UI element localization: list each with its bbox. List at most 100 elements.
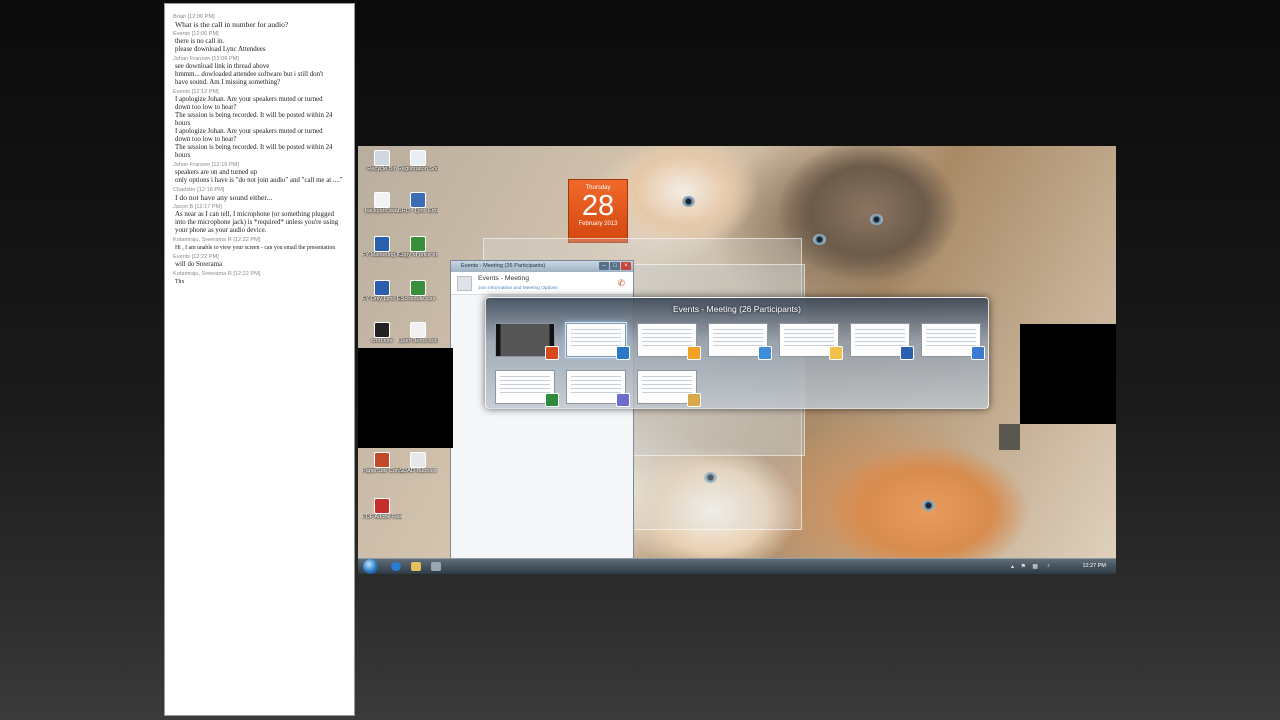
kitten-eye xyxy=(922,500,935,511)
black-overlay xyxy=(999,424,1020,450)
file-icon xyxy=(374,236,390,252)
tray-network-icon[interactable]: ▦ xyxy=(1032,563,1038,570)
black-overlay xyxy=(1020,324,1116,424)
chat-message: Kotamraju, Sreerama R [12:22 PM] Hi , I a… xyxy=(173,236,346,252)
desktop-icon[interactable]: Schedule.xlsx xyxy=(398,280,438,303)
media-icon[interactable] xyxy=(431,562,441,571)
file-icon xyxy=(374,192,390,208)
file-icon xyxy=(374,452,390,468)
taskbar-clock[interactable]: 12:27 PM xyxy=(1082,563,1106,569)
calendar-gadget[interactable]: Thursday 28 February 2013 xyxy=(568,179,628,243)
chat-sender: Kotamraju, Sreerama R xyxy=(173,271,232,277)
black-overlay xyxy=(358,348,453,448)
window-thumbnail[interactable] xyxy=(637,323,701,360)
explorer-icon[interactable] xyxy=(411,562,421,571)
window-thumbnail[interactable] xyxy=(850,323,914,360)
window-thumbnail[interactable] xyxy=(495,323,559,360)
start-button[interactable] xyxy=(363,559,378,574)
file-icon xyxy=(410,322,426,338)
file-icon xyxy=(374,498,390,514)
desktop-icon-label: PaperStar Connect xyxy=(362,468,402,474)
desktop-icon[interactable]: cmd.exe xyxy=(362,322,402,345)
chat-timestamp: [12:06 PM] xyxy=(210,56,239,62)
desktop-icon-label: PDF Adobe Reader xyxy=(362,514,402,520)
window-thumbnail[interactable] xyxy=(565,322,630,360)
chat-timestamp: [12:22 PM] xyxy=(231,271,261,277)
desktop-icon-label: BRD - Lync Email Syst... xyxy=(398,208,438,214)
kitten-eye xyxy=(682,196,695,207)
chat-message-text: Thx xyxy=(175,279,185,285)
maximize-icon[interactable]: □ xyxy=(610,262,620,270)
chat-message-text: I do not have any sound either... xyxy=(175,193,273,202)
desktop-icon[interactable]: FY Only Lync Email Syste... xyxy=(362,280,402,303)
desktop-icon-label: FY Marketing Performance... xyxy=(362,252,402,258)
desktop-icon-label: SDAD Bubbles xyxy=(399,468,437,474)
chat-timestamp: [12:22 PM] xyxy=(231,237,261,243)
desktop-icon[interactable]: backyard.wav xyxy=(362,192,402,215)
app-badge-icon xyxy=(616,346,630,360)
chat-sender: Events xyxy=(173,31,191,37)
alt-tab-switcher: Events - Meeting (26 Participants) xyxy=(485,297,989,409)
desktop-icon-label: backyard.wav xyxy=(364,208,400,214)
chat-message-text: there is no call in. xyxy=(175,38,225,45)
app-badge-icon xyxy=(545,393,559,407)
window-thumbnail[interactable] xyxy=(566,370,630,407)
app-badge-icon xyxy=(900,346,914,360)
tray-volume-icon[interactable]: ♪ xyxy=(1047,563,1050,569)
chat-message-header: Events [12:12 PM] xyxy=(173,88,346,96)
chat-message-header: Johan Franzen [12:06 PM] xyxy=(173,55,346,63)
phone-icon[interactable]: ✆ xyxy=(617,278,625,289)
calendar-date: 28 xyxy=(581,190,615,222)
wallpaper-kitten xyxy=(608,146,758,246)
chat-sender: Johan Franzen xyxy=(173,56,211,62)
ie-icon[interactable] xyxy=(391,562,401,571)
wallpaper-kitten xyxy=(778,146,958,281)
chat-message: Kotamraju, Sreerama R [12:22 PM] Thx xyxy=(173,270,346,286)
file-icon xyxy=(410,236,426,252)
app-badge-icon xyxy=(616,393,630,407)
desktop-icon[interactable]: FY Marketing Performance... xyxy=(362,236,402,259)
desktop-icon[interactable]: BRD - Lync Email Syst... xyxy=(398,192,438,215)
desktop-icon[interactable]: Copy of price email ... xyxy=(398,236,438,259)
minimize-icon[interactable]: – xyxy=(599,262,609,270)
window-thumbnail[interactable] xyxy=(779,323,843,360)
desktop-icon[interactable]: Registration Shortcut xyxy=(398,150,438,173)
kitten-eye xyxy=(813,234,826,245)
chat-message-text: please download Lync Attendees xyxy=(175,46,266,53)
app-badge-icon xyxy=(545,346,559,360)
meeting-avatar xyxy=(457,276,472,291)
meeting-options-link[interactable]: Join Information and Meeting Options xyxy=(478,286,558,291)
desktop-icon-label: Copy of price email ... xyxy=(398,252,438,258)
kitten-eye xyxy=(870,214,883,225)
lync-titlebar[interactable]: Events - Meeting (26 Participants) – □ × xyxy=(451,261,633,272)
window-thumbnail[interactable] xyxy=(921,323,985,360)
window-thumbnail[interactable] xyxy=(637,370,701,407)
chat-message: Events [12:22 PM] will do Sreerama xyxy=(173,253,346,269)
app-badge-icon xyxy=(829,346,843,360)
chat-message-header: Jason B [12:17 PM] xyxy=(173,203,346,211)
file-icon xyxy=(374,150,390,166)
chat-timestamp: [12:22 PM] xyxy=(190,254,219,260)
window-thumbnail[interactable] xyxy=(495,370,559,407)
chat-message: Jason B [12:17 PM] As near as I can tell,… xyxy=(173,203,346,235)
desktop-icon[interactable]: Open Items.docx xyxy=(398,322,438,345)
tray-flag-icon[interactable]: ⚑ xyxy=(1021,563,1026,570)
chat-message-text: hours xyxy=(175,152,191,159)
desktop: Recycle BinRegistration Shortcut backyard… xyxy=(358,146,1116,574)
chat-timestamp: [12:06 PM] xyxy=(190,31,219,37)
window-thumbnail[interactable] xyxy=(708,323,772,360)
chat-timestamp: [12:12 PM] xyxy=(190,89,219,95)
desktop-icon[interactable]: Recycle Bin xyxy=(362,150,402,173)
desktop-icon[interactable]: PaperStar Connect xyxy=(362,452,402,475)
chat-timestamp: [12:17 PM] xyxy=(193,204,222,210)
chat-message-header: Johan Franzen [12:16 PM] xyxy=(173,161,346,169)
desktop-icon[interactable]: SDAD Bubbles xyxy=(398,452,438,475)
chat-message-text: see download link in thread above xyxy=(175,63,270,70)
desktop-icon[interactable]: PDF Adobe Reader xyxy=(362,498,402,521)
close-icon[interactable]: × xyxy=(621,262,631,270)
chat-message-text: The session is being recorded. It will b… xyxy=(175,112,333,119)
tray-chevron-icon[interactable]: ▴ xyxy=(1011,563,1014,570)
alt-tab-title: Events - Meeting (26 Participants) xyxy=(672,304,802,314)
chat-timestamp: [12:16 PM] xyxy=(210,162,239,168)
chat-message-header: Kotamraju, Sreerama R [12:22 PM] xyxy=(173,236,346,244)
